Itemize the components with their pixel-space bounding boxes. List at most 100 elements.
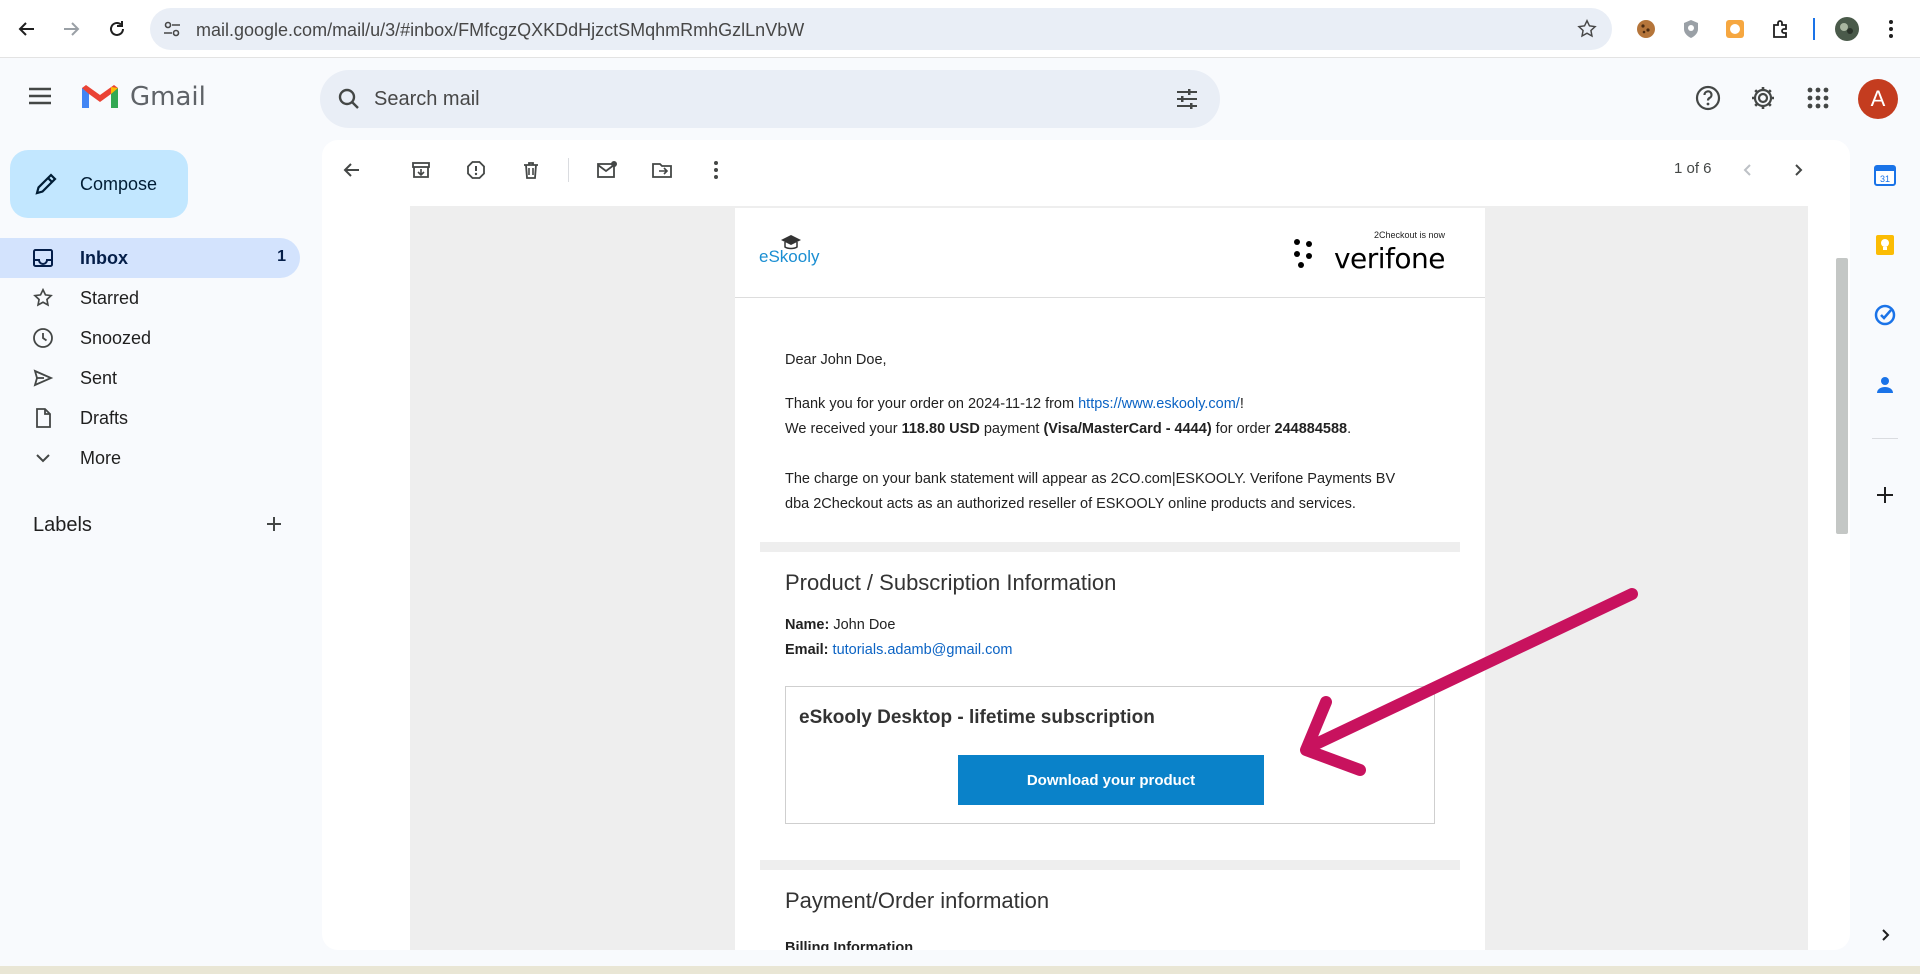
eskooly-site-link[interactable]: https://www.eskooly.com/ [1078,396,1240,412]
add-label-icon[interactable] [264,514,284,539]
add-addon-icon[interactable] [1870,480,1900,510]
email-content: eSkooly 2Checkout is now verifone Dear J… [735,208,1485,950]
thanks-suffix: ! [1239,396,1244,412]
payment-section-title: Payment/Order information [785,888,1050,913]
mark-unread-icon[interactable] [594,157,620,183]
payment-method: (Visa/MasterCard - 4444) [1043,421,1212,437]
back-icon[interactable] [12,14,42,44]
search-input[interactable]: Search mail [374,88,480,111]
show-side-panel-chevron-icon[interactable] [1870,920,1900,950]
compose-label: Compose [80,174,158,194]
browser-menu-icon[interactable] [1878,16,1904,42]
tasks-icon[interactable] [1870,300,1900,330]
product-box: eSkooly Desktop - lifetime subscription … [785,686,1435,824]
account-avatar[interactable]: A [1858,79,1898,119]
draft-icon [32,407,54,434]
search-icon[interactable] [336,86,362,117]
name-label: Name: [785,617,830,633]
contacts-icon[interactable] [1870,370,1900,400]
sidebar-item-inbox[interactable]: Inbox 1 [0,238,300,278]
puzzle-extensions-icon[interactable] [1768,16,1794,42]
browser-toolbar: mail.google.com/mail/u/3/#inbox/FMfcgzQX… [0,0,1920,58]
move-to-icon[interactable] [649,157,675,183]
orange-extension-icon[interactable] [1722,16,1748,42]
eskooly-logo-text: eSkooly [759,247,820,266]
scrollbar-thumb[interactable] [1836,258,1848,534]
received-text: We received your [785,421,902,437]
customer-email-link[interactable]: tutorials.adamb@gmail.com [833,642,1013,658]
verifone-logo: 2Checkout is now verifone [1293,230,1446,275]
sidebar-item-snoozed[interactable]: Snoozed [0,318,300,358]
sidebar-item-drafts[interactable]: Drafts [0,398,300,438]
thanks-text: Thank you for your order on 2024-11-12 f… [785,396,1079,412]
verifone-dots-icon [1293,239,1312,268]
sidebar-item-label: Inbox [80,248,128,268]
calendar-icon[interactable]: 31 [1870,160,1900,190]
eskooly-logo: eSkooly [759,234,821,273]
main-menu-icon[interactable] [26,84,62,114]
star-icon [32,287,54,314]
billing-info-label: Billing Information [785,940,914,950]
cookie-extension-icon[interactable] [1633,16,1659,42]
unread-count: 1 [277,248,286,265]
product-section-title: Product / Subscription Information [785,570,1117,595]
search-options-icon[interactable] [1174,86,1200,117]
email-label: Email: [785,642,829,658]
profile-avatar-icon[interactable] [1834,16,1860,42]
newer-chevron-icon[interactable] [1735,157,1761,183]
bookmark-star-icon[interactable] [1576,18,1598,45]
chevron-down-icon [32,447,54,474]
sidebar-item-label: Starred [80,288,140,308]
bottom-strip [0,966,1920,974]
search-bar[interactable]: Search mail [320,70,1220,128]
toolbar-divider [568,158,569,182]
name-value: John Doe [833,617,896,633]
sidebar-item-more[interactable]: More [0,438,300,478]
gmail-wordmark: Gmail [130,82,206,112]
forward-icon[interactable] [56,14,86,44]
url-text: mail.google.com/mail/u/3/#inbox/FMfcgzQX… [196,20,805,40]
help-icon[interactable] [1690,80,1726,116]
download-product-button[interactable]: Download your product [958,755,1264,805]
send-icon [32,367,54,394]
customer-info: Name: John Doe Email: tutorials.adamb@gm… [785,613,1435,663]
sidebar-item-label: Sent [80,368,118,388]
sidebar-item-label: Snoozed [80,328,152,348]
gmail-logo[interactable]: Gmail [80,82,206,112]
more-options-icon[interactable] [703,157,729,183]
sidebar-item-starred[interactable]: Starred [0,278,300,318]
charge-line-1: The charge on your bank statement will a… [785,471,1396,487]
compose-button[interactable]: Compose [10,150,188,218]
order-number: 244884588 [1274,421,1348,437]
site-info-icon[interactable] [162,19,182,44]
for-order-text: for order [1211,421,1275,437]
apps-grid-icon[interactable] [1800,80,1836,116]
amount-value: 118.80 USD [901,421,980,437]
pencil-icon [32,170,60,203]
greeting-text: Dear John Doe, [785,352,887,368]
verifone-tagline: 2Checkout is now [1373,230,1445,240]
keep-icon[interactable] [1870,230,1900,260]
gmail-m-icon [82,85,118,108]
email-brand-header: eSkooly 2Checkout is now verifone [735,208,1485,298]
section-divider [760,860,1460,870]
back-to-inbox-icon[interactable] [339,157,365,183]
labels-heading: Labels [33,514,92,536]
sidebar-item-label: More [80,448,122,468]
sidebar-item-sent[interactable]: Sent [0,358,300,398]
archive-icon[interactable] [408,157,434,183]
charge-paragraph: The charge on your bank statement will a… [785,467,1435,517]
reload-icon[interactable] [102,14,132,44]
report-spam-icon[interactable] [463,157,489,183]
pagination-count: 1 of 6 [1674,160,1712,177]
shield-extension-icon[interactable] [1678,16,1704,42]
product-title: eSkooly Desktop - lifetime subscription [799,707,1155,728]
toolbar-divider [1813,18,1815,40]
side-panel-divider [1872,438,1898,439]
payment-text: payment [979,421,1044,437]
address-bar[interactable]: mail.google.com/mail/u/3/#inbox/FMfcgzQX… [150,8,1612,50]
older-chevron-icon[interactable] [1785,157,1811,183]
delete-trash-icon[interactable] [518,157,544,183]
section-divider [760,542,1460,552]
settings-gear-icon[interactable] [1745,80,1781,116]
